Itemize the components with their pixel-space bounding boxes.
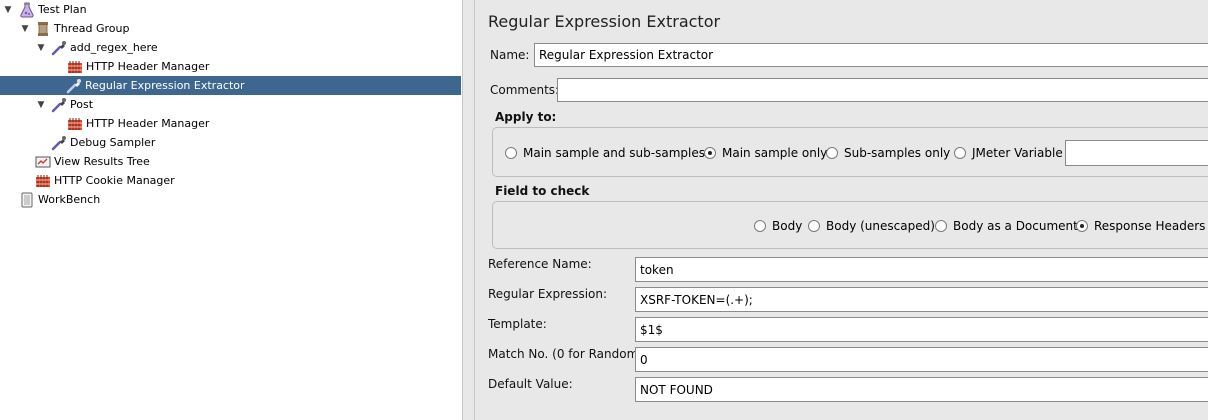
radio-body-unescaped[interactable]: Body (unescaped)	[808, 219, 935, 233]
tree-node-test-plan[interactable]: Test Plan	[19, 0, 87, 19]
match-no-field[interactable]: 0	[635, 347, 1208, 372]
tree-node-thread-group[interactable]: Thread Group	[35, 19, 129, 38]
expand-toggle-icon[interactable]: ▼	[20, 24, 30, 34]
tree-node-label: Post	[70, 98, 94, 111]
name-label: Name:	[490, 48, 530, 62]
expand-toggle-icon[interactable]: ▼	[36, 43, 46, 53]
radio-label: Body as a Document	[953, 219, 1078, 233]
cookie-manager-icon	[36, 174, 50, 187]
name-field[interactable]: Regular Expression Extractor	[534, 43, 1208, 67]
tree-node-view-results-tree[interactable]: View Results Tree	[35, 152, 150, 171]
radio-body-as-document[interactable]: Body as a Document	[935, 219, 1078, 233]
radio-label: Body (unescaped)	[826, 219, 935, 233]
tree-node-label: HTTP Header Manager	[86, 60, 210, 73]
workbench-icon	[21, 192, 33, 207]
template-label: Template:	[488, 317, 547, 331]
tree-node-http-header-manager[interactable]: HTTP Header Manager	[67, 114, 209, 133]
apply-to-title: Apply to:	[495, 110, 557, 124]
test-plan-tree[interactable]: ▼ Test Plan ▼ Thread Group ▼ add_regex_h…	[0, 0, 463, 420]
jmeter-variable-field[interactable]	[1065, 140, 1208, 166]
radio-label: Main sample and sub-samples	[523, 146, 705, 160]
tree-node-add-regex-here[interactable]: add_regex_here	[51, 38, 158, 57]
regex-extractor-panel: Regular Expression Extractor Name: Regul…	[475, 0, 1208, 420]
radio-button-icon	[935, 220, 947, 232]
tree-node-label: Thread Group	[54, 22, 130, 35]
sampler-pipette-icon	[51, 40, 66, 55]
reference-name-label: Reference Name:	[488, 257, 592, 271]
radio-label: Body	[772, 219, 803, 233]
radio-body[interactable]: Body	[754, 219, 802, 233]
tree-node-label: View Results Tree	[54, 155, 150, 168]
sampler-pipette-icon	[51, 135, 66, 150]
extractor-pipette-icon	[66, 78, 81, 93]
tree-node-label: WorkBench	[38, 193, 101, 206]
default-value-field[interactable]: NOT FOUND	[635, 377, 1208, 402]
radio-button-icon	[505, 147, 517, 159]
radio-label: Response Headers	[1094, 219, 1206, 233]
default-value-label: Default Value:	[488, 377, 573, 391]
tree-node-label: HTTP Header Manager	[86, 117, 210, 130]
field-to-check-title: Field to check	[495, 184, 590, 198]
template-field[interactable]: $1$	[635, 317, 1208, 342]
tree-node-workbench[interactable]: WorkBench	[19, 190, 100, 209]
results-tree-icon	[35, 156, 51, 167]
tree-node-http-header-manager[interactable]: HTTP Header Manager	[67, 57, 209, 76]
radio-button-icon	[826, 147, 838, 159]
reference-name-field[interactable]: token	[635, 257, 1208, 282]
regular-expression-field[interactable]: XSRF-TOKEN=(.+);	[635, 287, 1208, 312]
sampler-pipette-icon	[51, 97, 66, 112]
match-no-label: Match No. (0 for Random):	[488, 347, 648, 361]
radio-main-and-sub-samples[interactable]: Main sample and sub-samples	[505, 146, 705, 160]
split-pane-divider[interactable]	[462, 0, 475, 420]
radio-button-icon	[754, 220, 766, 232]
header-manager-icon	[68, 117, 82, 130]
radio-response-headers[interactable]: Response Headers	[1076, 219, 1205, 233]
tree-node-post[interactable]: Post	[51, 95, 93, 114]
panel-title: Regular Expression Extractor	[488, 12, 721, 31]
radio-button-icon	[808, 220, 820, 232]
radio-button-selected-icon	[1076, 220, 1088, 232]
radio-label: JMeter Variable	[972, 146, 1063, 160]
thread-group-spool-icon	[38, 21, 48, 36]
tree-node-label: HTTP Cookie Manager	[54, 174, 175, 187]
tree-node-label: Debug Sampler	[70, 136, 156, 149]
comments-field[interactable]	[557, 78, 1208, 102]
tree-node-label: add_regex_here	[70, 41, 158, 54]
tree-node-label: Regular Expression Extractor	[85, 79, 245, 92]
radio-label: Main sample only	[722, 146, 828, 160]
comments-label: Comments:	[490, 83, 560, 97]
regular-expression-label: Regular Expression:	[488, 287, 608, 301]
radio-button-icon	[954, 147, 966, 159]
radio-jmeter-variable[interactable]: JMeter Variable	[954, 146, 1063, 160]
header-manager-icon	[68, 60, 82, 73]
radio-sub-samples-only[interactable]: Sub-samples only	[826, 146, 950, 160]
test-plan-flask-icon	[20, 2, 34, 17]
tree-node-http-cookie-manager[interactable]: HTTP Cookie Manager	[35, 171, 175, 190]
tree-node-label: Test Plan	[38, 3, 87, 16]
radio-label: Sub-samples only	[844, 146, 951, 160]
tree-node-regular-expression-extractor[interactable]: Regular Expression Extractor	[0, 76, 461, 95]
radio-button-selected-icon	[704, 147, 716, 159]
radio-main-sample-only[interactable]: Main sample only	[704, 146, 827, 160]
expand-toggle-icon[interactable]: ▼	[3, 5, 13, 15]
tree-node-debug-sampler[interactable]: Debug Sampler	[51, 133, 155, 152]
expand-toggle-icon[interactable]: ▼	[36, 100, 46, 110]
